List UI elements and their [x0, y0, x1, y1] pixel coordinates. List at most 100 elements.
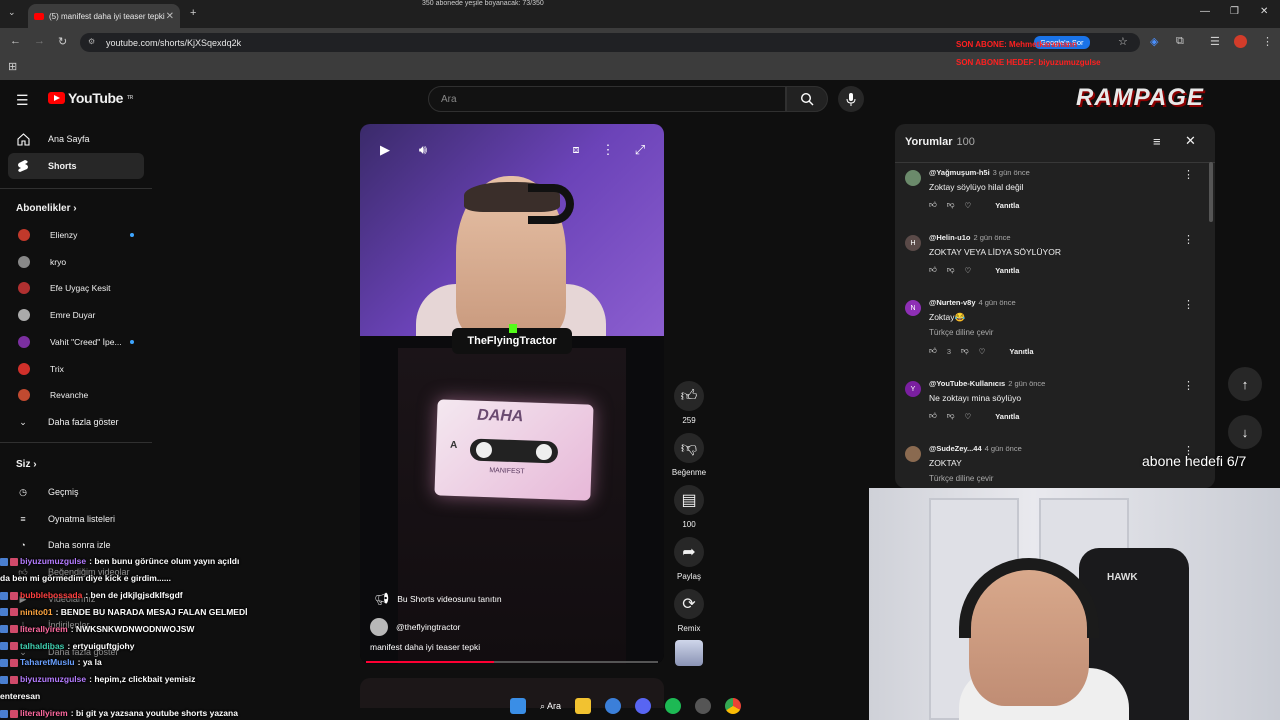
profile-avatar[interactable]	[1234, 35, 1247, 48]
close-icon[interactable]: ✕	[1185, 133, 1196, 149]
comment-dislike-icon[interactable]: 👎︎	[947, 265, 955, 275]
sidebar-subscription[interactable]: Elienzy	[8, 222, 144, 248]
translate-link[interactable]: Türkçe diline çevir	[929, 474, 993, 483]
browser-menu-icon[interactable]: ⋮	[1262, 35, 1273, 48]
reply-button[interactable]: Yanıtla	[995, 266, 1019, 275]
file-explorer-icon[interactable]	[575, 698, 592, 714]
spotify-icon[interactable]	[665, 698, 682, 714]
heart-icon[interactable]: ♡	[979, 347, 986, 356]
restore-icon[interactable]: ❐	[1230, 6, 1239, 17]
share-button[interactable]: ➦	[674, 537, 704, 567]
app-icon[interactable]	[605, 698, 622, 714]
sidebar-item-home[interactable]: Ana Sayfa	[8, 126, 144, 152]
like-button[interactable]: 👍︎	[674, 381, 704, 411]
reply-button[interactable]: Yanıtla	[1009, 347, 1033, 356]
comment-age[interactable]: 4 gün önce	[979, 298, 1016, 307]
sidebar-item-history[interactable]: ◷ Geçmiş	[8, 479, 144, 505]
comment-like-icon[interactable]: 👍︎	[929, 411, 937, 421]
discord-icon[interactable]	[635, 698, 652, 714]
comment-dislike-icon[interactable]: 👎︎	[961, 346, 969, 356]
close-window-icon[interactable]: ✕	[1260, 6, 1268, 17]
back-icon[interactable]: ←	[10, 35, 21, 47]
comments-scrollbar[interactable]	[1209, 162, 1213, 222]
tab-list-button[interactable]: ⌄	[8, 7, 16, 18]
comment-avatar[interactable]	[905, 446, 921, 462]
dislike-button[interactable]: 👎︎	[674, 433, 704, 463]
heart-icon[interactable]: ♡	[964, 412, 971, 421]
comment-like-icon[interactable]: 👍︎	[929, 346, 937, 356]
sort-icon[interactable]: ≡	[1153, 134, 1161, 149]
obs-icon[interactable]	[695, 698, 712, 714]
sidebar-item-playlists[interactable]: ≡ Oynatma listeleri	[8, 506, 144, 532]
close-tab-icon[interactable]: ✕	[166, 11, 174, 22]
windows-start-icon[interactable]	[510, 698, 526, 714]
voice-search-button[interactable]	[838, 86, 864, 112]
show-more-subscriptions[interactable]: ⌄ Daha fazla göster	[8, 409, 144, 435]
remix-button[interactable]: ⟳	[674, 589, 704, 619]
comment-like-icon[interactable]: 👍︎	[929, 200, 937, 210]
comment-like-icon[interactable]: 👍︎	[929, 265, 937, 275]
comments-action[interactable]: ▤ 100	[674, 485, 704, 529]
heart-icon[interactable]: ♡	[964, 266, 971, 275]
volume-icon[interactable]: 🔊︎	[410, 137, 436, 163]
like-action[interactable]: 👍︎ 259	[674, 381, 704, 425]
next-short-button[interactable]: ↓	[1228, 415, 1262, 449]
comment-more-icon[interactable]: ⋮	[1183, 168, 1194, 181]
comments-button[interactable]: ▤	[674, 485, 704, 515]
promote-short[interactable]: 📢︎ Bu Shorts videosunu tanıtın	[374, 592, 502, 606]
sidebar-subscription[interactable]: Trix	[8, 356, 144, 382]
comment-avatar[interactable]: H	[905, 235, 921, 251]
channel-row[interactable]: @theflyingtractor	[370, 618, 460, 636]
remix-action[interactable]: ⟳ Remix	[674, 589, 704, 633]
hamburger-menu-icon[interactable]: ☰	[16, 92, 29, 109]
sidebar-subscription[interactable]: Vahit "Creed" İpe...	[8, 329, 144, 355]
extension-icon[interactable]: ◈	[1150, 35, 1158, 48]
sidebar-subscription[interactable]: Revanche	[8, 382, 144, 408]
sidebar-subscription[interactable]: kryo	[8, 249, 144, 275]
search-button[interactable]	[786, 86, 828, 112]
chrome-icon[interactable]	[725, 698, 742, 714]
taskbar-search[interactable]: ⌕ Ara	[540, 701, 561, 712]
dislike-action[interactable]: 👎︎ Beğenme	[669, 433, 709, 477]
comment-age[interactable]: 3 gün önce	[993, 168, 1030, 177]
heart-icon[interactable]: ♡	[964, 201, 971, 210]
site-info-icon[interactable]: ⚙	[88, 37, 95, 46]
comment-more-icon[interactable]: ⋮	[1183, 233, 1194, 246]
forward-icon[interactable]: →	[34, 35, 45, 47]
sidebar-item-shorts[interactable]: Shorts	[8, 153, 144, 179]
comment-author[interactable]: @YouTube-Kullanıcıs	[929, 379, 1005, 388]
previous-short-button[interactable]: ↑	[1228, 367, 1262, 401]
reply-button[interactable]: Yanıtla	[995, 201, 1019, 210]
sidebar-subscription[interactable]: Efe Uygaç Kesit	[8, 275, 144, 301]
comment-avatar[interactable]: Y	[905, 381, 921, 397]
comment-age[interactable]: 2 gün önce	[973, 233, 1010, 242]
comment-dislike-icon[interactable]: 👎︎	[947, 200, 955, 210]
new-tab-icon[interactable]: +	[190, 7, 196, 19]
sidebar-subscription[interactable]: Emre Duyar	[8, 302, 144, 328]
minimize-icon[interactable]: —	[1200, 6, 1210, 17]
apps-grid-icon[interactable]: ⊞	[8, 60, 17, 73]
video-title[interactable]: manifest daha iyi teaser tepki	[370, 642, 480, 652]
comment-author[interactable]: @Nurten-v8y	[929, 298, 976, 307]
youtube-logo[interactable]: YouTube TR	[48, 90, 133, 106]
comment-age[interactable]: 4 gün önce	[985, 444, 1022, 453]
comment-more-icon[interactable]: ⋮	[1183, 379, 1194, 392]
browser-tab[interactable]: (5) manifest daha iyi teaser tepki ✕	[28, 4, 180, 28]
you-section-title[interactable]: Siz ›	[16, 459, 37, 470]
comment-dislike-icon[interactable]: 👎︎	[947, 411, 955, 421]
progress-bar[interactable]	[366, 661, 658, 663]
reading-list-icon[interactable]: ☰	[1210, 35, 1220, 48]
shorts-player[interactable]: ▶ 🔊︎ ⧈ ⋮ ⤢ DAHA MANIFEST A TheFlyingTrac…	[360, 124, 664, 664]
reload-icon[interactable]: ↻	[58, 35, 67, 48]
comment-author[interactable]: @SudeZey...44	[929, 444, 982, 453]
subscriptions-title[interactable]: Abonelikler ›	[16, 203, 77, 214]
translate-link[interactable]: Türkçe diline çevir	[929, 328, 993, 337]
bookmark-star-icon[interactable]: ☆	[1118, 35, 1128, 48]
search-input[interactable]: Ara	[428, 86, 786, 112]
extensions-puzzle-icon[interactable]: ⧉	[1176, 35, 1184, 48]
more-options-icon[interactable]: ⋮	[595, 137, 621, 163]
reply-button[interactable]: Yanıtla	[995, 412, 1019, 421]
share-action[interactable]: ➦ Paylaş	[674, 537, 704, 581]
play-button[interactable]: ▶	[372, 137, 398, 163]
comment-author[interactable]: @Helin-u1o	[929, 233, 970, 242]
